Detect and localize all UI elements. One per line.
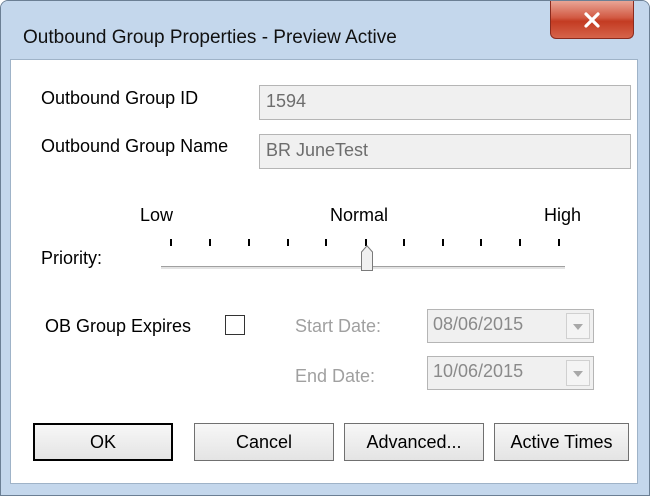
slider-tick bbox=[248, 239, 250, 246]
priority-label: Priority: bbox=[41, 248, 103, 268]
chevron-down-icon bbox=[573, 317, 583, 335]
group-name-label: Outbound Group Name bbox=[41, 136, 229, 156]
close-button[interactable] bbox=[550, 1, 634, 39]
cancel-button[interactable]: Cancel bbox=[194, 423, 334, 461]
end-date-select[interactable]: 10/06/2015 bbox=[427, 356, 594, 390]
chevron-down-icon bbox=[573, 364, 583, 382]
active-times-button[interactable]: Active Times bbox=[494, 423, 629, 461]
priority-low-label: Low bbox=[140, 205, 174, 225]
group-name-field[interactable]: BR JuneTest bbox=[259, 134, 631, 169]
group-id-label: Outbound Group ID bbox=[41, 88, 199, 108]
end-date-label: End Date: bbox=[295, 366, 376, 386]
slider-tick bbox=[519, 239, 521, 246]
title-bar[interactable]: Outbound Group Properties - Preview Acti… bbox=[1, 1, 649, 59]
advanced-button[interactable]: Advanced... bbox=[344, 423, 484, 461]
end-date-value: 10/06/2015 bbox=[433, 361, 524, 381]
slider-tick bbox=[325, 239, 327, 246]
slider-tick bbox=[287, 239, 289, 246]
slider-tick bbox=[480, 239, 482, 246]
dialog-client-area: Outbound Group ID 1594 Outbound Group Na… bbox=[10, 59, 638, 484]
start-date-value: 08/06/2015 bbox=[433, 314, 524, 334]
ob-group-expires-label: OB Group Expires bbox=[45, 316, 192, 336]
start-date-dropdown-button[interactable] bbox=[566, 313, 590, 339]
dialog-window: Outbound Group Properties - Preview Acti… bbox=[0, 0, 650, 496]
priority-normal-label: Normal bbox=[330, 205, 389, 225]
end-date-dropdown-button[interactable] bbox=[566, 360, 590, 386]
close-icon bbox=[583, 11, 601, 28]
slider-tick bbox=[403, 239, 405, 246]
group-id-field[interactable]: 1594 bbox=[259, 85, 631, 120]
slider-tick bbox=[442, 239, 444, 246]
ok-button[interactable]: OK bbox=[33, 423, 173, 461]
slider-tick bbox=[209, 239, 211, 246]
start-date-select[interactable]: 08/06/2015 bbox=[427, 309, 594, 343]
window-title: Outbound Group Properties - Preview Acti… bbox=[23, 27, 397, 48]
start-date-label: Start Date: bbox=[295, 316, 382, 336]
slider-thumb[interactable] bbox=[361, 245, 373, 271]
ob-group-expires-checkbox[interactable] bbox=[225, 315, 245, 335]
slider-tick bbox=[170, 239, 172, 246]
priority-high-label: High bbox=[544, 205, 582, 225]
slider-tick bbox=[558, 239, 560, 246]
